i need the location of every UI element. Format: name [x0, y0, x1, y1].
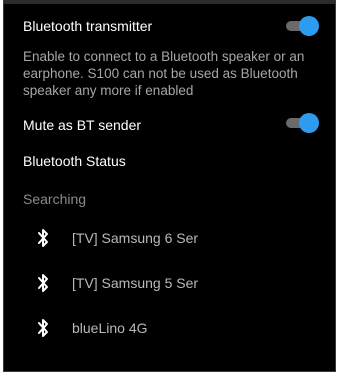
top-divider — [4, 0, 335, 4]
device-name: blueLino 4G — [72, 320, 148, 336]
device-item[interactable]: blueLino 4G — [4, 308, 335, 348]
bluetooth-icon — [38, 229, 48, 247]
bluetooth-icon — [38, 319, 48, 337]
device-item[interactable]: [TV] Samsung 6 Ser — [4, 218, 335, 258]
bt-transmitter-description: Enable to connect to a Bluetooth speaker… — [23, 49, 305, 98]
bluetooth-icon — [38, 274, 48, 292]
bt-status-item[interactable]: Bluetooth Status — [23, 153, 126, 169]
settings-screen: Bluetooth transmitter Enable to connect … — [3, 0, 336, 372]
searching-header: Searching — [23, 191, 87, 207]
toggle-thumb — [299, 113, 319, 133]
mute-bt-sender-label: Mute as BT sender — [23, 117, 142, 133]
device-name: [TV] Samsung 6 Ser — [72, 230, 199, 246]
bt-transmitter-toggle[interactable] — [286, 16, 319, 36]
mute-bt-sender-toggle[interactable] — [286, 113, 319, 133]
device-item[interactable]: [TV] Samsung 5 Ser — [4, 263, 335, 303]
toggle-thumb — [299, 16, 319, 36]
device-name: [TV] Samsung 5 Ser — [72, 275, 199, 291]
bt-transmitter-label: Bluetooth transmitter — [23, 18, 153, 34]
